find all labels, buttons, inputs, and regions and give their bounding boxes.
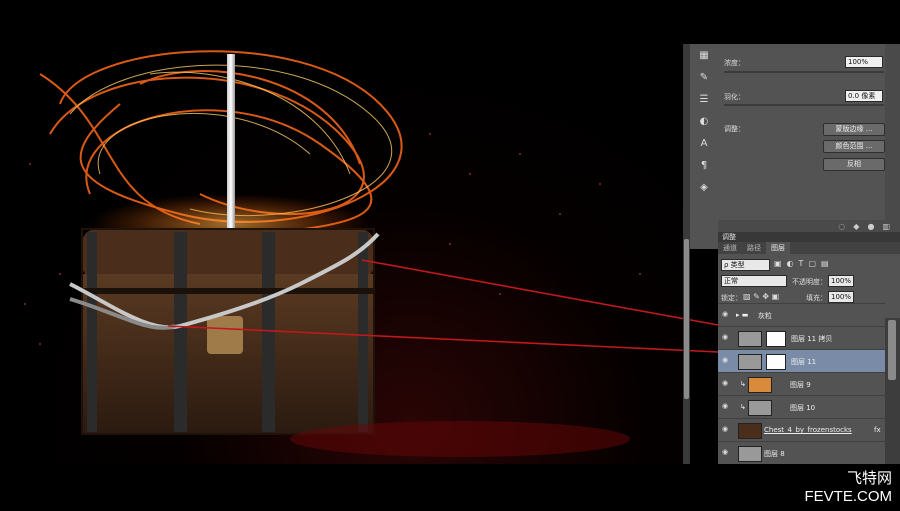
eye-icon[interactable]: ◉	[722, 403, 731, 410]
feather-slider[interactable]	[724, 104, 884, 106]
tab-paths[interactable]: 路径	[742, 242, 766, 254]
refine-label: 调整：	[724, 125, 745, 133]
paint-icon[interactable]: ✎	[690, 66, 718, 88]
shape-filter-icon[interactable]: ▢	[808, 259, 816, 268]
layer-name: 图层 11 拷贝	[791, 335, 833, 343]
trash-icon[interactable]: ▥	[882, 222, 890, 231]
layer-thumbnail	[748, 400, 772, 416]
tab-channels[interactable]: 通道	[718, 242, 742, 254]
smart-filter-icon[interactable]: ▤	[821, 259, 829, 268]
mask-thumbnail[interactable]	[766, 331, 786, 347]
layers-scrollbar[interactable]	[885, 318, 900, 464]
layer-row-group[interactable]: ◉ ▸ ▬ 灰粒	[718, 303, 885, 327]
sliders-icon[interactable]: ☰	[690, 88, 718, 110]
opacity-field[interactable]: 100%	[828, 275, 854, 287]
panel-toolstrip: ▦ ✎ ☰ ◐ A ¶ ◈	[690, 44, 719, 249]
blend-mode-select[interactable]: 正常	[721, 275, 787, 287]
type-filter-icon[interactable]: T	[799, 259, 804, 268]
layer-name: 灰粒	[758, 312, 772, 320]
selection-icon[interactable]: ◌	[838, 222, 845, 231]
pixel-filter-icon[interactable]: ▣	[774, 259, 782, 268]
layer-thumbnail	[738, 423, 762, 439]
layer-thumbnail	[738, 354, 762, 370]
density-field[interactable]: 100%	[845, 56, 883, 68]
layers-panel: ρ 类型 ▣ ◐ T ▢ ▤ 正常 不透明度： 100% 锁定： ▨ ✎ ✥ ▣…	[718, 254, 900, 464]
adjust-filter-icon[interactable]: ◐	[787, 259, 794, 268]
layer-thumbnail	[738, 446, 762, 462]
folder-icon: ▸ ▬	[736, 311, 749, 319]
fill-label: 填充：	[806, 294, 827, 302]
layer-row[interactable]: ◉ ↳ 图层 10	[718, 395, 885, 419]
color-range-button[interactable]: 颜色范围 ...	[823, 140, 885, 153]
eye-icon[interactable]: ◉	[722, 357, 731, 364]
invert-button[interactable]: 反相	[823, 158, 885, 171]
layer-row[interactable]: ◉ ↳ 图层 9	[718, 372, 885, 396]
density-slider[interactable]	[724, 71, 884, 73]
watermark-line1: 飞特网	[846, 469, 892, 487]
artwork-svg	[24, 50, 641, 457]
paragraph-icon[interactable]: ¶	[690, 154, 718, 176]
properties-panel: 浓度： 100% 羽化： 0.0 像素 调整： 蒙版边缘 ... 颜色范围 ..…	[718, 44, 900, 232]
layers-tabbar: 通道 路径 图层	[718, 242, 900, 254]
mask-edge-button[interactable]: 蒙版边缘 ...	[823, 123, 885, 136]
layer-row[interactable]: ◉ 图层 8	[718, 441, 885, 465]
feather-field[interactable]: 0.0 像素	[845, 90, 883, 102]
lock-icons[interactable]: ▨ ✎ ✥ ▣	[743, 292, 779, 301]
feather-label: 羽化：	[724, 93, 745, 101]
clip-arrow-icon: ↳	[740, 380, 746, 388]
eye-icon[interactable]: ◉	[722, 311, 731, 318]
treasure-chest	[81, 228, 375, 435]
eye-icon[interactable]: ◉	[722, 449, 731, 456]
filter-icons: ▣ ◐ T ▢ ▤	[774, 259, 829, 268]
layer-row[interactable]: ◉ 图层 11 拷贝	[718, 326, 885, 350]
bottom-band	[0, 464, 900, 511]
layer-name: 图层 10	[790, 404, 816, 412]
density-label: 浓度：	[724, 59, 745, 67]
filter-kind-select[interactable]: ρ 类型	[721, 259, 770, 271]
layer-name: 图层 9	[790, 381, 811, 389]
eye-icon[interactable]: ◉	[722, 426, 731, 433]
layer-row-selected[interactable]: ◉ 图层 11	[718, 349, 885, 373]
layer-row[interactable]: ◉ Chest_4_by_frozenstocks fx	[718, 418, 885, 442]
watermark-line2: FEVTE.COM	[804, 488, 892, 505]
fill-field[interactable]: 100%	[828, 291, 854, 303]
fx-icon[interactable]: fx	[874, 426, 881, 434]
layer-name: Chest_4_by_frozenstocks	[764, 426, 852, 434]
type-icon[interactable]: A	[690, 132, 718, 154]
cube-icon[interactable]: ◈	[690, 176, 718, 198]
canvas-scrollbar[interactable]	[683, 44, 690, 464]
opacity-label: 不透明度：	[792, 278, 827, 286]
layer-thumbnail	[738, 331, 762, 347]
blade-beam	[227, 54, 235, 229]
tab-layers[interactable]: 图层	[766, 242, 790, 254]
eye-icon[interactable]: ◉	[722, 380, 731, 387]
eye-icon[interactable]: ◉	[722, 334, 731, 341]
adjust-icon[interactable]: ◐	[690, 110, 718, 132]
mask-thumbnail[interactable]	[766, 354, 786, 370]
watermark: 飞特网 FEVTE.COM	[804, 467, 892, 505]
histogram-icon[interactable]: ▦	[690, 44, 718, 66]
apply-mask-icon[interactable]: ◆	[853, 222, 859, 231]
layer-name: 图层 11	[791, 358, 817, 366]
properties-footer: ◌ ◆ ● ▥	[718, 220, 900, 232]
visibility-icon[interactable]: ●	[867, 222, 874, 231]
properties-scrollbar[interactable]	[885, 44, 900, 220]
canvas-artwork	[0, 44, 685, 464]
clip-arrow-icon: ↳	[740, 403, 746, 411]
layer-thumbnail	[748, 377, 772, 393]
lock-label: 锁定：	[721, 294, 742, 302]
adjustments-header: 调整	[718, 232, 900, 242]
panel-title: 调整	[722, 233, 736, 241]
layer-name: 图层 8	[764, 450, 785, 458]
